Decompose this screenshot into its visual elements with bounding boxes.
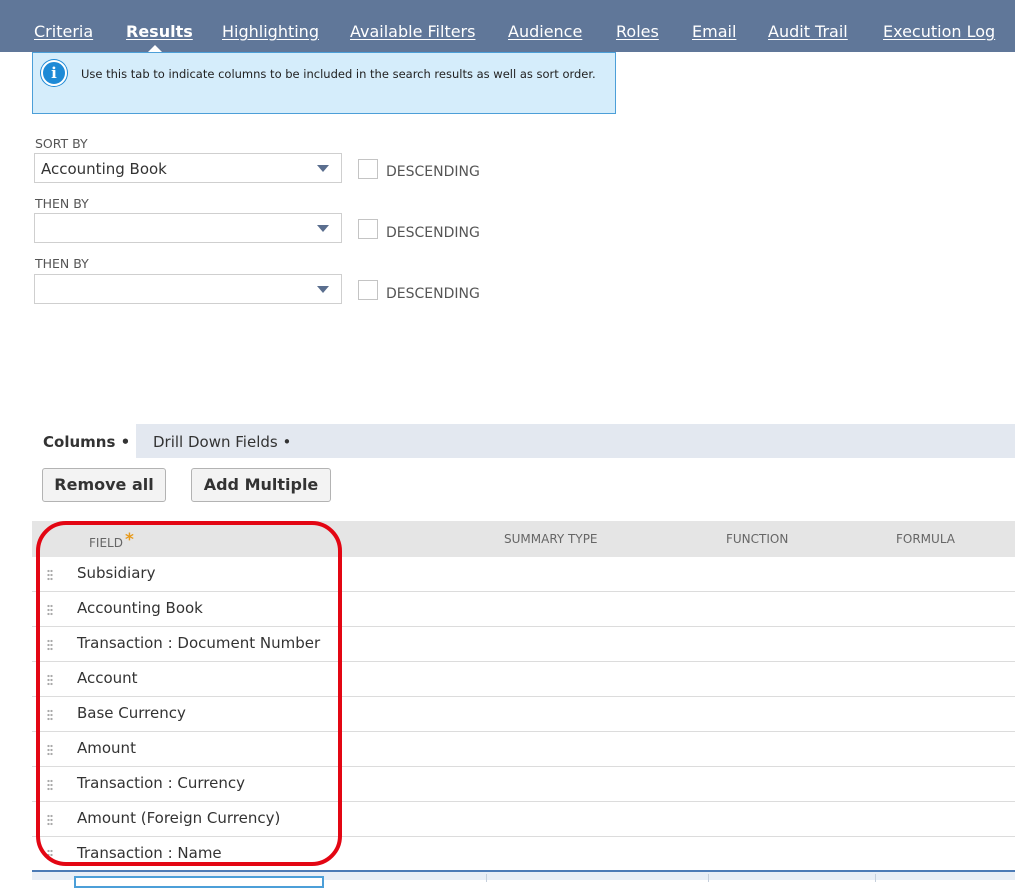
drag-handle-icon[interactable] (47, 849, 53, 861)
sort-by-descending-checkbox[interactable] (358, 159, 378, 179)
info-message: i Use this tab to indicate columns to be… (32, 52, 616, 114)
then-by-1-descending-checkbox[interactable] (358, 219, 378, 239)
table-row[interactable]: Transaction : Document Number (32, 627, 1015, 662)
columns-table-body: Subsidiary Accounting Book Transaction :… (32, 557, 1015, 872)
columns-table-header: FIELD * SUMMARY TYPE FUNCTION FORMULA (32, 521, 1015, 557)
tab-criteria[interactable]: Criteria (34, 22, 93, 41)
subtab-columns[interactable]: Columns • (43, 433, 130, 451)
required-star-icon: * (124, 530, 134, 550)
field-cell: Account (77, 669, 138, 687)
field-cell: Transaction : Name (77, 844, 222, 862)
tab-email[interactable]: Email (692, 22, 736, 41)
tab-highlighting[interactable]: Highlighting (222, 22, 319, 41)
table-row[interactable]: Subsidiary (32, 557, 1015, 592)
field-cell: Amount (77, 739, 136, 757)
table-row[interactable]: Account (32, 662, 1015, 697)
field-cell: Amount (Foreign Currency) (77, 809, 281, 827)
table-row[interactable]: Accounting Book (32, 592, 1015, 627)
column-header-field[interactable]: FIELD * (89, 530, 134, 552)
table-row[interactable]: Transaction : Currency (32, 767, 1015, 802)
subtab-drill-down-fields[interactable]: Drill Down Fields • (153, 433, 291, 451)
tab-execution-log[interactable]: Execution Log (883, 22, 995, 41)
drag-handle-icon[interactable] (47, 779, 53, 791)
column-divider (875, 874, 876, 882)
then-by-2-descending-label: DESCENDING (386, 286, 480, 302)
drag-handle-icon[interactable] (47, 709, 53, 721)
dropdown-arrow-icon (317, 165, 329, 172)
search-tab-bar: Criteria Results Highlighting Available … (0, 0, 1015, 52)
drag-handle-icon[interactable] (47, 744, 53, 756)
tab-results[interactable]: Results (126, 22, 193, 41)
sort-by-select[interactable]: Accounting Book (34, 153, 342, 183)
field-cell: Transaction : Document Number (77, 634, 321, 652)
results-subtab-bar: Columns • Drill Down Fields • (32, 424, 1015, 458)
then-by-2-descending-checkbox[interactable] (358, 280, 378, 300)
field-cell: Accounting Book (77, 599, 203, 617)
drag-handle-icon[interactable] (47, 604, 53, 616)
table-row[interactable]: Transaction : Name (32, 837, 1015, 872)
then-by-1-label: THEN BY (35, 196, 89, 211)
tab-audit-trail[interactable]: Audit Trail (768, 22, 848, 41)
field-cell: Subsidiary (77, 564, 156, 582)
drag-handle-icon[interactable] (47, 639, 53, 651)
tab-available-filters[interactable]: Available Filters (350, 22, 475, 41)
field-cell: Transaction : Currency (77, 774, 245, 792)
info-message-text: Use this tab to indicate columns to be i… (81, 67, 596, 81)
sort-by-descending-label: DESCENDING (386, 164, 480, 180)
tab-audience[interactable]: Audience (508, 22, 582, 41)
field-header-label: FIELD (89, 536, 123, 550)
sort-by-value: Accounting Book (41, 160, 167, 178)
table-row[interactable]: Amount (32, 732, 1015, 767)
info-icon: i (41, 60, 67, 86)
then-by-1-select[interactable] (34, 213, 342, 243)
drag-handle-icon[interactable] (47, 569, 53, 581)
dropdown-arrow-icon (317, 225, 329, 232)
add-multiple-button[interactable]: Add Multiple (191, 468, 331, 502)
drag-handle-icon[interactable] (47, 674, 53, 686)
column-header-function[interactable]: FUNCTION (726, 532, 788, 546)
then-by-2-select[interactable] (34, 274, 342, 304)
active-tab-indicator (148, 45, 162, 52)
tab-roles[interactable]: Roles (616, 22, 659, 41)
table-row[interactable]: Amount (Foreign Currency) (32, 802, 1015, 837)
then-by-1-descending-label: DESCENDING (386, 225, 480, 241)
column-divider (708, 874, 709, 882)
remove-all-button[interactable]: Remove all (42, 468, 166, 502)
column-header-summary-type[interactable]: SUMMARY TYPE (504, 532, 598, 546)
column-divider (486, 874, 487, 882)
new-column-row[interactable] (32, 870, 1015, 888)
column-header-formula[interactable]: FORMULA (896, 532, 955, 546)
dropdown-arrow-icon (317, 286, 329, 293)
sort-by-label: SORT BY (35, 136, 88, 151)
table-row[interactable]: Base Currency (32, 697, 1015, 732)
drag-handle-icon[interactable] (47, 814, 53, 826)
field-cell: Base Currency (77, 704, 186, 722)
then-by-2-label: THEN BY (35, 256, 89, 271)
